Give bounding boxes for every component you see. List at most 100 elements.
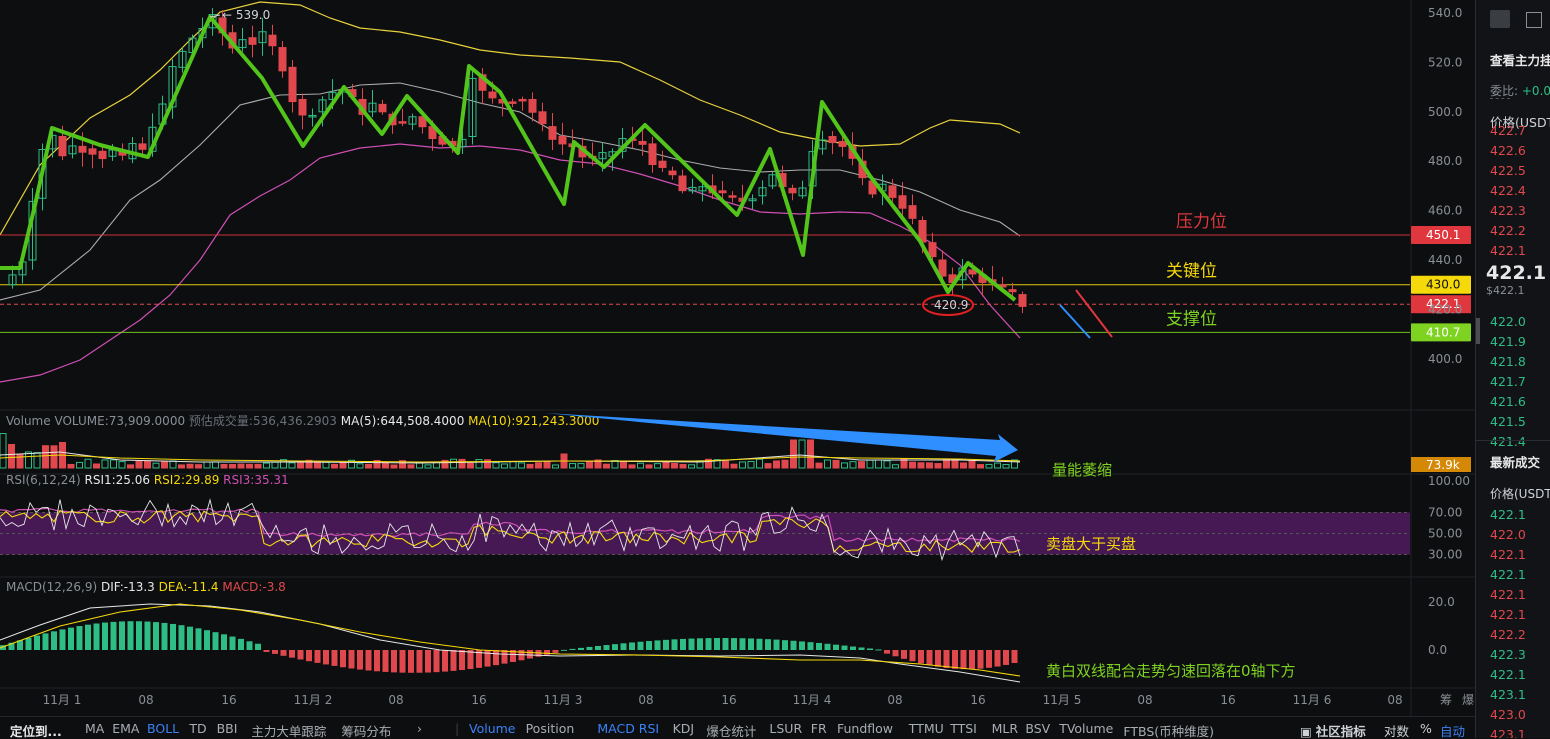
macd-histogram-bar <box>484 650 491 667</box>
indicator-toolbar: 定位到... ▣ 社区指标 对数 % 自动 MA EMA BOLL TD BBI 主力大单… <box>0 716 1475 739</box>
rsi-tick: 100.00 <box>1428 474 1470 488</box>
candle-body <box>668 170 677 176</box>
indicator-3[interactable]: TD <box>189 721 206 736</box>
indicator-3[interactable]: RSI <box>639 721 659 736</box>
ask-price[interactable]: 422.4 <box>1490 183 1526 198</box>
candle-body <box>88 148 97 155</box>
candle-body <box>658 160 667 168</box>
time-label: 08 <box>1387 693 1402 707</box>
macd-histogram-bar <box>119 621 125 650</box>
candle-body <box>278 47 287 72</box>
list-icon[interactable] <box>1526 12 1542 28</box>
bid-price[interactable]: 421.4 <box>1490 434 1526 449</box>
trade-price: 422.2 <box>1490 627 1526 642</box>
time-label: 11月 4 <box>793 693 832 707</box>
bid-price[interactable]: 421.7 <box>1490 374 1526 389</box>
time-label: 11月 1 <box>43 693 82 707</box>
volume-bar <box>382 462 389 469</box>
bid-price[interactable]: 421.6 <box>1490 394 1526 409</box>
macd-histogram-bar <box>680 638 686 650</box>
macd-histogram-bar <box>595 645 601 650</box>
orderbook-title: 查看主力挂 <box>1490 53 1550 68</box>
macd-histogram-bar <box>756 638 763 650</box>
macd-histogram-bar <box>425 650 431 673</box>
indicator-6[interactable]: LSUR <box>769 721 802 736</box>
sidebar-scroll-handle[interactable] <box>1476 318 1480 344</box>
auto-scale-toggle[interactable]: 自动 <box>1440 721 1465 739</box>
indicator-6[interactable]: 筹码分布 <box>341 721 391 739</box>
volume-bar <box>220 463 228 469</box>
log-scale-toggle[interactable]: 对数 <box>1384 721 1409 739</box>
volume-bar <box>645 464 653 469</box>
macd-histogram-bar <box>170 623 176 650</box>
volume-bar <box>968 460 976 469</box>
volume-bar <box>620 460 627 469</box>
macd-histogram-bar <box>612 644 618 650</box>
trade-price: 422.1 <box>1490 547 1526 562</box>
macd-histogram-bar <box>909 650 916 662</box>
time-label: 11月 5 <box>1043 693 1082 707</box>
indicator-4[interactable]: BBI <box>217 721 238 736</box>
ask-price[interactable]: 422.1 <box>1490 243 1526 258</box>
bid-price[interactable]: 422.0 <box>1490 314 1526 329</box>
indicator-1[interactable]: EMA <box>112 721 139 736</box>
trade-price: 422.1 <box>1490 587 1526 602</box>
volume-bar <box>773 460 780 469</box>
macd-histogram-bar <box>629 642 635 650</box>
toolbar-left-item[interactable]: 定位到... <box>10 721 62 739</box>
candle-body <box>548 126 557 140</box>
ask-price[interactable]: 422.2 <box>1490 223 1526 238</box>
indicator-5[interactable]: 爆仓统计 <box>706 721 756 739</box>
candle-body <box>138 143 147 150</box>
macd-histogram-bar <box>833 644 839 650</box>
indicator-11[interactable]: MLR <box>992 721 1018 736</box>
volume-bar <box>246 463 253 469</box>
indicator-7[interactable]: FR <box>811 721 827 736</box>
volume-bar <box>960 462 967 469</box>
indicator-9[interactable]: TTMU <box>909 721 944 736</box>
price-tick: 460.0 <box>1428 204 1462 218</box>
indicator-8[interactable]: Fundflow <box>837 721 893 736</box>
indicator-2[interactable]: BOLL <box>147 721 179 736</box>
macd-histogram-bar <box>263 650 270 652</box>
community-indicators-button[interactable]: ▣ 社区指标 <box>1300 721 1366 739</box>
candle-body <box>908 205 917 219</box>
ask-price[interactable]: 422.6 <box>1490 143 1526 158</box>
macd-histogram-bar <box>255 643 261 650</box>
layout-icon[interactable] <box>1490 10 1510 28</box>
bid-price[interactable]: 421.5 <box>1490 414 1526 429</box>
volume-bar <box>186 463 194 469</box>
candle-body <box>78 145 87 153</box>
volume-bar <box>254 463 262 469</box>
indicator-5[interactable]: 主力大单跟踪 <box>251 721 326 739</box>
more-chevron-icon[interactable]: › <box>417 721 422 736</box>
macd-tick: 20.0 <box>1428 595 1455 609</box>
ask-price[interactable]: 422.3 <box>1490 203 1526 218</box>
volume-bar <box>144 460 151 469</box>
macd-histogram-bar <box>816 642 822 650</box>
volume-bar <box>781 459 789 469</box>
indicator-1[interactable]: Position <box>526 721 575 736</box>
main-chart[interactable]: 压力位450.1关键位430.0支撑位410.7422.1 ← 539.0420… <box>0 0 1475 716</box>
ask-price[interactable]: 422.7 <box>1490 123 1526 138</box>
percent-scale-toggle[interactable]: % <box>1420 721 1432 736</box>
candle-body <box>268 34 277 47</box>
indicator-2[interactable]: MACD <box>597 721 634 736</box>
macd-histogram-bar <box>340 650 346 668</box>
level-label: 支撑位 <box>1166 309 1217 329</box>
trade-price: 422.1 <box>1490 667 1526 682</box>
candle-body <box>838 140 847 147</box>
bid-price[interactable]: 421.9 <box>1490 334 1526 349</box>
indicator-13[interactable]: TVolume <box>1059 721 1113 736</box>
indicator-0[interactable]: MA <box>85 721 104 736</box>
indicator-14[interactable]: FTBS(币种维度) <box>1123 721 1214 739</box>
macd-histogram-bar <box>867 648 873 650</box>
ask-price[interactable]: 422.5 <box>1490 163 1526 178</box>
macd-histogram-bar <box>76 626 83 650</box>
bid-price[interactable]: 421.8 <box>1490 354 1526 369</box>
macd-histogram-bar <box>544 650 550 655</box>
indicator-10[interactable]: TTSI <box>950 721 977 736</box>
indicator-12[interactable]: BSV <box>1025 721 1050 736</box>
indicator-0[interactable]: Volume <box>469 721 516 736</box>
indicator-4[interactable]: KDJ <box>673 721 695 736</box>
